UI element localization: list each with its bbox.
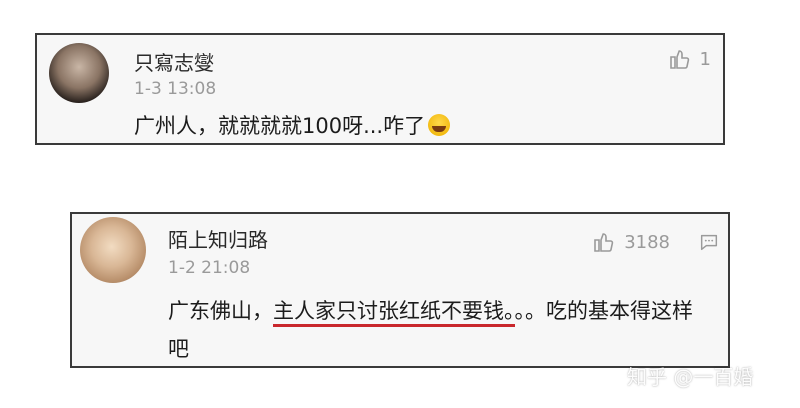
comment-text: 广东佛山，主人家只讨张红纸不要钱。。。吃的基本得这样吧 [168, 292, 708, 368]
thumbs-up-icon [594, 233, 614, 252]
avatar[interactable] [80, 217, 146, 283]
like-count: 3188 [624, 231, 670, 253]
comment-timestamp: 1-3 13:08 [134, 79, 217, 99]
like-button[interactable]: 1 [668, 47, 711, 71]
comment-username[interactable]: 陌上知归路 [168, 224, 268, 253]
reply-icon[interactable] [698, 231, 720, 253]
comment-text-part1: 广东佛山， [168, 299, 273, 323]
laughing-emoji-icon [428, 114, 451, 136]
like-button[interactable]: 3188 [592, 230, 670, 254]
like-count: 1 [699, 48, 711, 70]
underlined-text: 主人家只讨张红纸不要钱。 [273, 299, 515, 327]
comment-card-1: 只寫志燮 1-3 13:08 1 广州人，就就就就100呀...咋了 [35, 33, 725, 145]
thumbs-up-icon [669, 50, 689, 69]
comment-timestamp: 1-2 21:08 [168, 258, 251, 278]
comment-card-2: 陌上知归路 1-2 21:08 3188 广东佛山，主人家只讨张红纸不要钱。。。… [70, 212, 730, 368]
avatar[interactable] [49, 43, 109, 103]
comment-text: 广州人，就就就就100呀...咋了 [134, 107, 451, 145]
watermark: 知乎 @一百婚 [627, 365, 754, 389]
comment-text-content: 广州人，就就就就100呀...咋了 [134, 114, 426, 138]
comment-username[interactable]: 只寫志燮 [134, 47, 214, 76]
